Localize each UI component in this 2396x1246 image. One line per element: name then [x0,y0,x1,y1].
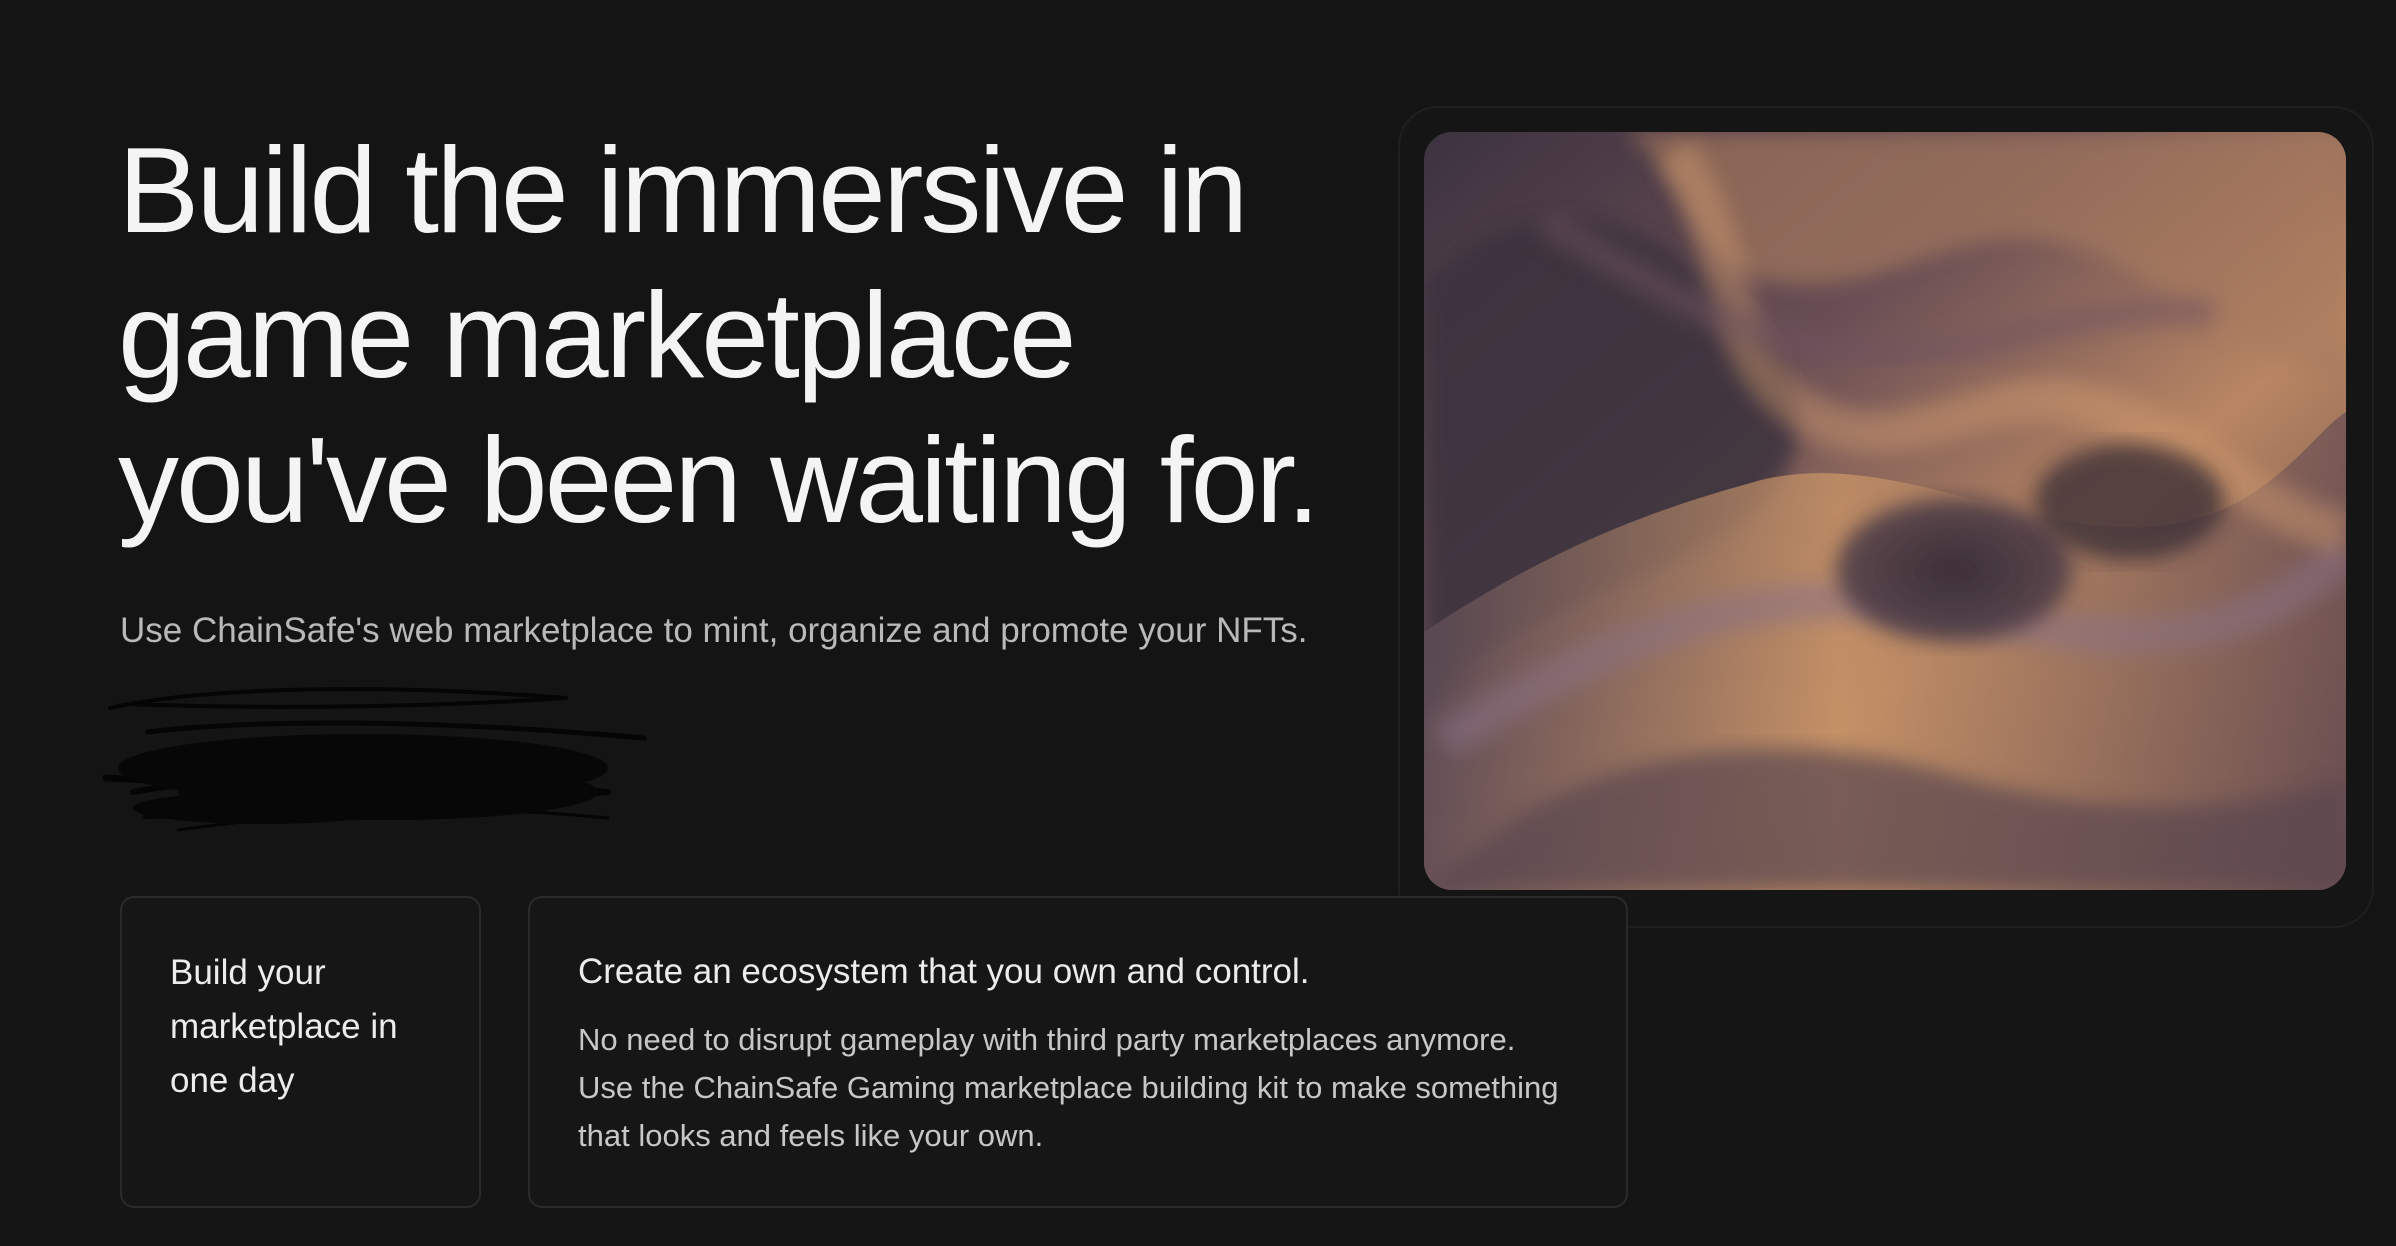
hero-title-line-2: game marketplace [118,267,1077,403]
redaction-scribble [102,687,647,832]
hero-subtitle: Use ChainSafe's web marketplace to mint,… [120,611,1308,650]
feature-card-ecosystem-description: No need to disrupt gameplay with third p… [578,1022,1559,1153]
hero-title: Build the immersive in game marketplace … [118,118,1418,553]
hero-title-line-1: Build the immersive in [118,122,1248,258]
hero-title-line-3: you've been waiting for. [118,412,1320,548]
feature-card-one-day-title: Build your marketplace in one day [170,953,398,1100]
feature-card-ecosystem: Create an ecosystem that you own and con… [528,896,1628,1208]
feature-card-one-day: Build your marketplace in one day [120,896,481,1208]
hero-image-frame [1398,106,2374,928]
feature-card-ecosystem-title: Create an ecosystem that you own and con… [578,952,1310,991]
abstract-hero-artwork [1424,132,2346,890]
